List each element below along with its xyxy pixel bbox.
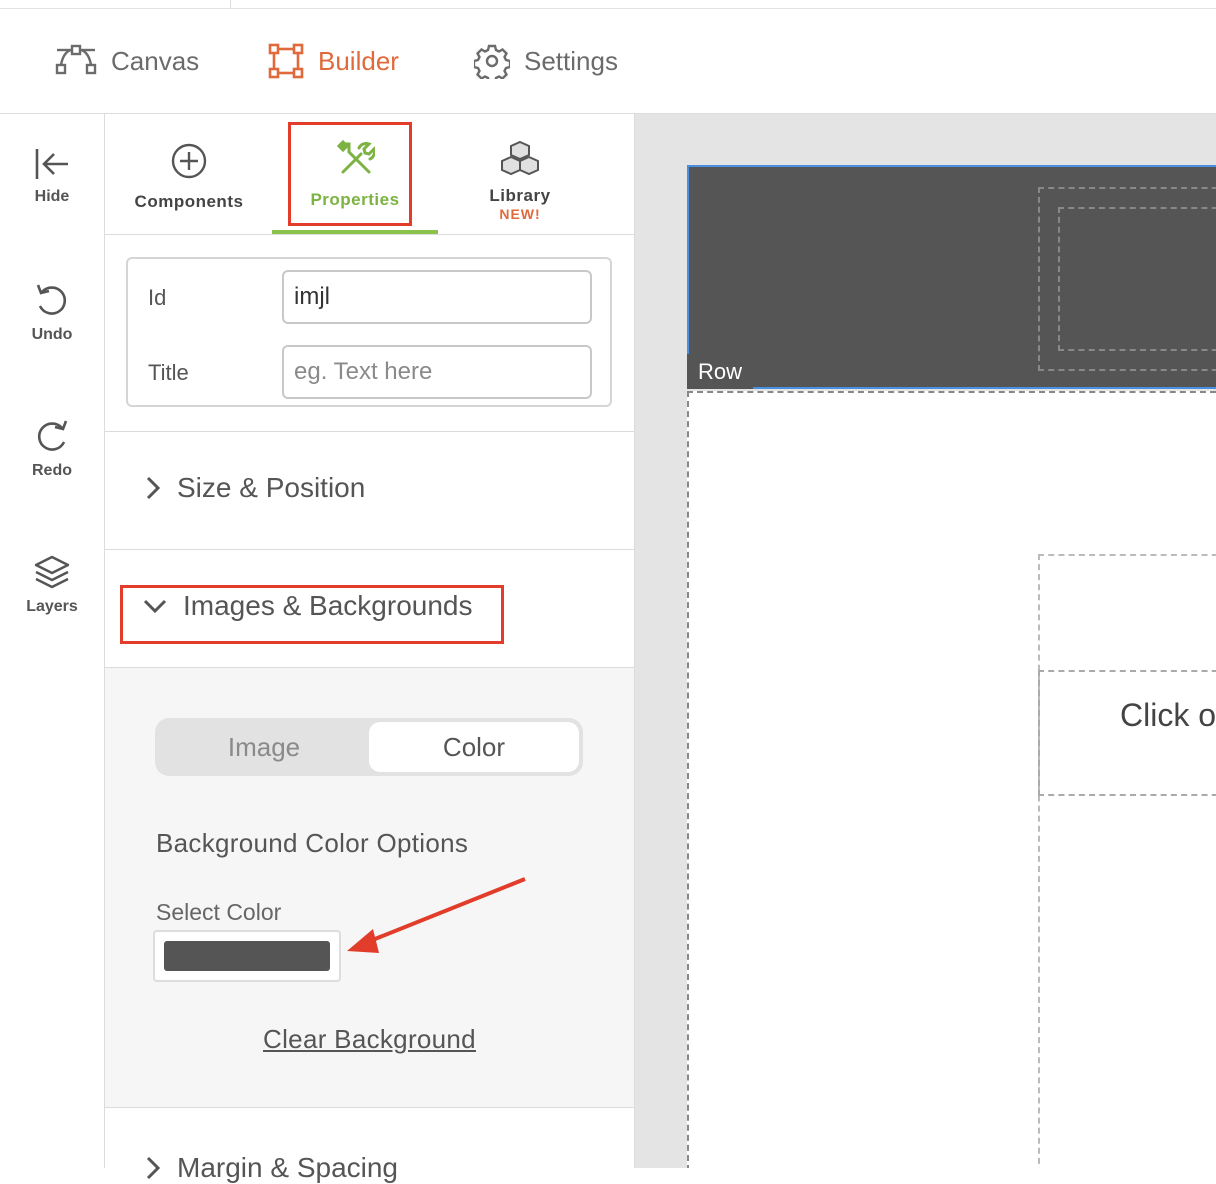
properties-highlight-box: [288, 122, 412, 226]
collapse-left-icon: [0, 146, 104, 182]
image-color-toggle: Image Color: [155, 718, 583, 776]
rail-redo-button[interactable]: Redo: [0, 418, 104, 480]
tabs-divider: [105, 234, 634, 235]
margin-spacing-section: Margin & Spacing: [105, 1107, 634, 1183]
images-backgrounds-label: Images & Backgrounds: [183, 590, 473, 621]
clear-background-link[interactable]: Clear Background: [105, 1024, 634, 1055]
images-backgrounds-body: Image Color Background Color Options Sel…: [105, 667, 634, 1108]
canvas-text-element[interactable]: Click o: [1120, 697, 1216, 734]
plus-circle-icon: [115, 142, 263, 180]
top-strip-divider: [230, 0, 231, 8]
size-position-header[interactable]: Size & Position: [145, 472, 365, 504]
chevron-right-icon: [145, 1155, 161, 1181]
background-color-options-title: Background Color Options: [156, 828, 469, 858]
size-position-section: Size & Position: [105, 431, 634, 550]
nav-settings[interactable]: Settings: [474, 37, 618, 85]
nav-builder-label: Builder: [318, 45, 399, 76]
properties-panel: Components Properties Library NEW! Id im…: [105, 114, 635, 1183]
color-swatch-fill: [164, 941, 330, 971]
rail-redo-label: Redo: [32, 462, 72, 479]
toggle-image-option[interactable]: Image: [159, 722, 369, 772]
layers-icon: [0, 554, 104, 592]
attributes-box: Id Title: [126, 257, 612, 407]
margin-spacing-header[interactable]: Margin & Spacing: [145, 1152, 398, 1184]
images-backgrounds-header[interactable]: Images & Backgrounds: [143, 590, 473, 622]
title-input[interactable]: [282, 345, 592, 399]
margin-spacing-label: Margin & Spacing: [177, 1152, 399, 1183]
header-nav: Canvas Builder Settings: [0, 9, 1216, 114]
arrow-annotation-icon: [345, 873, 535, 963]
content-column[interactable]: [1038, 554, 1216, 1168]
top-strip: [0, 0, 1216, 9]
tab-components-label: Components: [134, 192, 244, 211]
selected-row[interactable]: [687, 165, 1216, 389]
bezier-curve-icon: [55, 43, 97, 79]
cubes-icon: [447, 140, 593, 178]
rail-layers-label: Layers: [26, 598, 78, 615]
title-label: Title: [148, 360, 189, 385]
select-color-label: Select Color: [156, 899, 282, 925]
vector-square-icon: [268, 43, 304, 79]
nav-canvas[interactable]: Canvas: [55, 37, 199, 85]
chevron-right-icon: [145, 475, 161, 501]
id-input[interactable]: [282, 270, 592, 324]
redo-icon: [0, 418, 104, 456]
builder-canvas: Row Click o: [635, 114, 1216, 1168]
tab-library-label: Library: [489, 186, 551, 205]
id-label: Id: [148, 285, 167, 310]
rail-hide-label: Hide: [34, 188, 70, 205]
left-rail: Hide Undo Redo Layers: [0, 114, 105, 1168]
color-swatch[interactable]: [153, 930, 341, 982]
gear-icon: [474, 43, 510, 79]
tab-properties[interactable]: Properties: [272, 114, 438, 234]
rail-undo-button[interactable]: Undo: [0, 282, 104, 344]
size-position-label: Size & Position: [177, 472, 366, 503]
row-tag: Row: [687, 354, 753, 389]
toggle-color-option[interactable]: Color: [369, 722, 579, 772]
nav-builder[interactable]: Builder: [268, 37, 399, 85]
rail-hide-button[interactable]: Hide: [0, 146, 104, 206]
undo-icon: [0, 282, 104, 320]
tab-library[interactable]: Library NEW!: [447, 114, 593, 234]
images-backgrounds-section: Images & Backgrounds: [105, 549, 634, 668]
nav-canvas-label: Canvas: [111, 45, 200, 76]
rail-layers-button[interactable]: Layers: [0, 554, 104, 616]
nav-settings-label: Settings: [524, 45, 618, 76]
chevron-down-icon: [143, 598, 167, 614]
rail-undo-label: Undo: [31, 326, 73, 343]
tab-components[interactable]: Components: [115, 114, 263, 234]
new-badge: NEW!: [499, 206, 541, 222]
inner-element-outline[interactable]: [1058, 207, 1216, 351]
